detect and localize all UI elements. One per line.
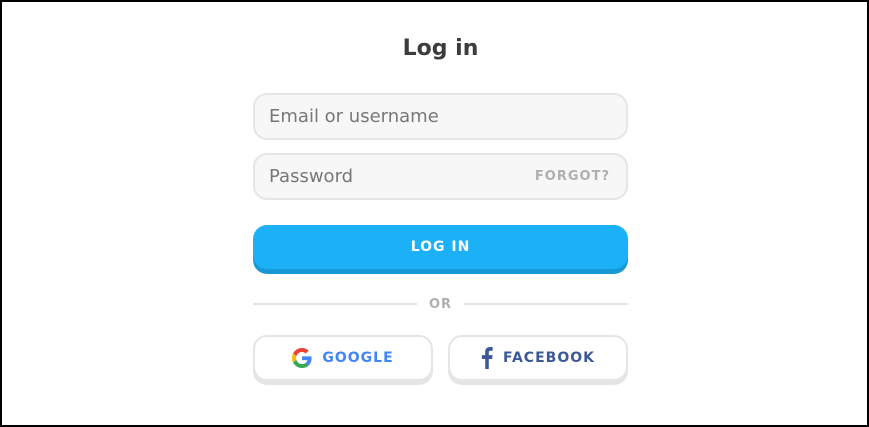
- divider-line-right: [464, 303, 628, 305]
- email-field-container: [253, 93, 628, 140]
- google-g-icon: [292, 348, 312, 368]
- google-login-button[interactable]: GOOGLE: [253, 335, 433, 381]
- password-field-container: FORGOT?: [253, 153, 628, 200]
- login-panel: Log in FORGOT? LOG IN OR GOOGLE: [253, 32, 628, 381]
- google-button-label: GOOGLE: [322, 350, 394, 366]
- or-divider: OR: [253, 295, 628, 313]
- email-input[interactable]: [255, 95, 626, 138]
- facebook-f-icon: [481, 347, 493, 369]
- facebook-button-label: FACEBOOK: [503, 350, 595, 366]
- divider-line-left: [253, 303, 417, 305]
- login-button[interactable]: LOG IN: [253, 225, 628, 269]
- divider-label: OR: [428, 296, 453, 312]
- login-page: Log in FORGOT? LOG IN OR GOOGLE: [0, 0, 869, 427]
- forgot-password-link[interactable]: FORGOT?: [535, 155, 610, 198]
- facebook-login-button[interactable]: FACEBOOK: [448, 335, 628, 381]
- page-title: Log in: [402, 36, 479, 61]
